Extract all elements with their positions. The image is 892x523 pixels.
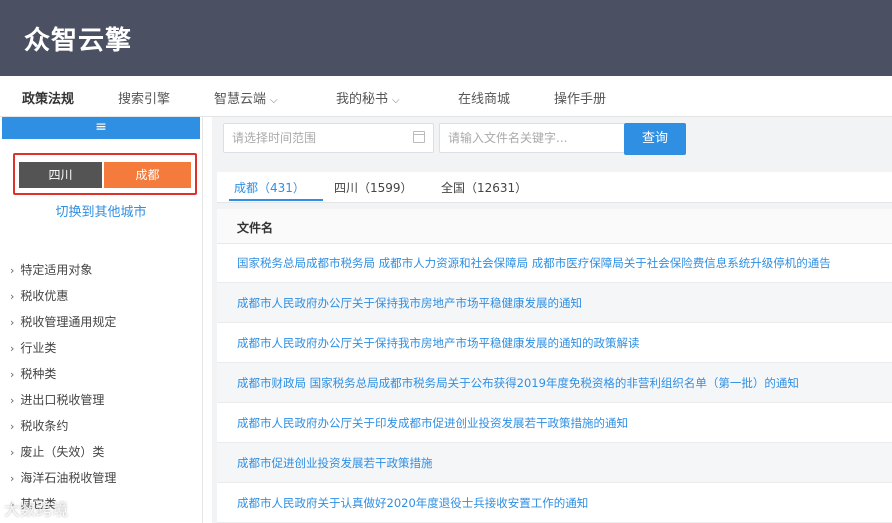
chevron-right-icon: ›: [10, 290, 15, 303]
table-row: 成都市人民政府办公厅关于保持我市房地产市场平稳健康发展的通知的政策解读: [217, 323, 892, 363]
nav-item-label: 我的秘书: [336, 92, 389, 107]
table-row: 成都市促进创业投资发展若干政策措施: [217, 443, 892, 483]
nav-item-label: 操作手册: [554, 92, 607, 107]
document-link[interactable]: 成都市人民政府办公厅关于印发成都市促进创业投资发展若干政策措施的通知: [237, 415, 628, 431]
category-label: 废止（失效）类: [20, 445, 105, 459]
table-row: 成都市财政局 国家税务总局成都市税务局关于公布获得2019年度免税资格的非营利组…: [217, 363, 892, 403]
region-selector: 四川 成都: [13, 153, 197, 195]
chevron-right-icon: ›: [10, 368, 15, 381]
nav-item-label: 在线商城: [458, 92, 511, 107]
keyword-input[interactable]: 请输入文件名关键字...: [439, 123, 625, 153]
chevron-right-icon: ›: [10, 446, 15, 459]
calendar-icon: [413, 131, 425, 143]
document-link[interactable]: 成都市人民政府办公厅关于保持我市房地产市场平稳健康发展的通知的政策解读: [237, 335, 640, 351]
category-label: 进出口税收管理: [20, 393, 105, 407]
sidebar: ≡ 四川 成都 切换到其他城市 › 特定适用对象 › 税收优惠 › 税收管理通用规定 …: [0, 117, 203, 523]
table-row: 成都市人民政府办公厅关于保持我市房地产市场平稳健康发展的通知: [217, 283, 892, 323]
table-row: 国家税务总局成都市税务局 成都市人力资源和社会保障局 成都市医疗保障局关于社会保…: [217, 243, 892, 283]
chevron-right-icon: ›: [10, 472, 15, 485]
column-header-filename: 文件名: [237, 221, 274, 235]
document-link[interactable]: 成都市促进创业投资发展若干政策措施: [237, 455, 433, 471]
chevron-down-icon: ⌵: [270, 95, 278, 106]
nav-item-search-engine[interactable]: 搜索引擎: [118, 88, 170, 107]
app-logo[interactable]: 众智云擎: [24, 20, 132, 57]
nav-item-my-secretary[interactable]: 我的秘书 ⌵: [336, 88, 400, 107]
menu-icon[interactable]: ≡: [2, 117, 200, 139]
category-item[interactable]: › 行业类: [10, 335, 116, 361]
category-item[interactable]: › 进出口税收管理: [10, 387, 116, 413]
active-tab-indicator: [229, 199, 323, 201]
main-nav: 政策法规 搜索引擎 智慧云端 ⌵ 我的秘书 ⌵ 在线商城 操作手册: [0, 76, 892, 117]
category-item[interactable]: › 废止（失效）类: [10, 439, 116, 465]
nav-item-label: 政策法规: [22, 92, 75, 107]
table-row: 成都市人民政府办公厅关于印发成都市促进创业投资发展若干政策措施的通知: [217, 403, 892, 443]
query-button[interactable]: 查询: [624, 123, 686, 155]
nav-item-label: 搜索引擎: [118, 92, 171, 107]
region-tabs: 成都（431） 四川（1599） 全国（12631）: [217, 172, 892, 203]
category-item[interactable]: › 特定适用对象: [10, 257, 116, 283]
category-item[interactable]: › 税收条约: [10, 413, 116, 439]
document-link[interactable]: 成都市财政局 国家税务总局成都市税务局关于公布获得2019年度免税资格的非营利组…: [237, 375, 799, 391]
chevron-right-icon: ›: [10, 264, 15, 277]
document-link[interactable]: 成都市人民政府关于认真做好2020年度退役士兵接收安置工作的通知: [237, 495, 588, 511]
tab-sichuan[interactable]: 四川（1599）: [334, 179, 413, 196]
document-link[interactable]: 国家税务总局成都市税务局 成都市人力资源和社会保障局 成都市医疗保障局关于社会保…: [237, 255, 831, 271]
chevron-right-icon: ›: [10, 342, 15, 355]
category-label: 税收条约: [20, 419, 69, 433]
date-range-placeholder: 请选择时间范围: [232, 131, 317, 145]
nav-item-label: 智慧云端: [214, 92, 267, 107]
category-label: 行业类: [20, 341, 57, 355]
date-range-input[interactable]: 请选择时间范围: [223, 123, 434, 153]
table-header: 文件名: [217, 209, 892, 244]
keyword-placeholder: 请输入文件名关键字...: [448, 131, 568, 145]
nav-item-manual[interactable]: 操作手册: [554, 88, 606, 107]
chevron-down-icon: ⌵: [392, 95, 400, 106]
category-list: › 特定适用对象 › 税收优惠 › 税收管理通用规定 › 行业类 › 税种类 › 进出口税收…: [10, 257, 116, 517]
tab-national[interactable]: 全国（12631）: [441, 179, 527, 196]
tab-chengdu[interactable]: 成都（431）: [234, 179, 305, 196]
category-item[interactable]: › 税收优惠: [10, 283, 116, 309]
region-city-button[interactable]: 成都: [104, 162, 191, 188]
category-label: 税收优惠: [20, 289, 69, 303]
category-label: 海洋石油税收管理: [20, 471, 117, 485]
category-item[interactable]: › 税种类: [10, 361, 116, 387]
top-header: 众智云擎: [0, 0, 892, 76]
document-link[interactable]: 成都市人民政府办公厅关于保持我市房地产市场平稳健康发展的通知: [237, 295, 582, 311]
chevron-right-icon: ›: [10, 420, 15, 433]
chevron-right-icon: ›: [10, 394, 15, 407]
nav-item-policy[interactable]: 政策法规: [22, 88, 74, 107]
main-content: 请选择时间范围 请输入文件名关键字... 查询 成都（431） 四川（1599）…: [212, 117, 892, 523]
chevron-right-icon: ›: [10, 316, 15, 329]
table-row: 成都市人民政府关于认真做好2020年度退役士兵接收安置工作的通知: [217, 483, 892, 523]
watermark: 大数跨境: [4, 500, 69, 519]
category-label: 特定适用对象: [20, 263, 93, 277]
category-item[interactable]: › 海洋石油税收管理: [10, 465, 116, 491]
document-table: 文件名 国家税务总局成都市税务局 成都市人力资源和社会保障局 成都市医疗保障局关…: [217, 209, 892, 523]
category-label: 税收管理通用规定: [20, 315, 117, 329]
switch-city-link[interactable]: 切换到其他城市: [0, 201, 202, 220]
nav-item-online-mall[interactable]: 在线商城: [458, 88, 510, 107]
region-province-button[interactable]: 四川: [19, 162, 102, 188]
nav-item-smart-cloud[interactable]: 智慧云端 ⌵: [214, 88, 278, 107]
category-label: 税种类: [20, 367, 57, 381]
category-item[interactable]: › 税收管理通用规定: [10, 309, 116, 335]
